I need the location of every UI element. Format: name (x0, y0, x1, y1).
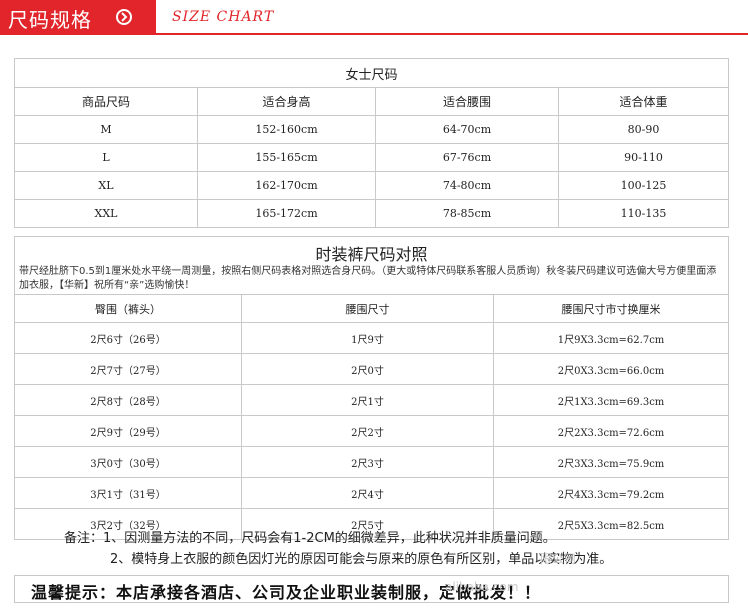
arrow-circle-icon (116, 9, 132, 25)
table-cell: L (14, 143, 198, 172)
header-title-block: 尺码规格 (0, 0, 156, 34)
table-cell: 152-160cm (197, 115, 376, 144)
table-cell: 2尺0X3.3cm=66.0cm (493, 353, 729, 385)
table-cell: 100-125 (558, 171, 729, 200)
table-row: XL 162-170cm 74-80cm 100-125 (14, 171, 729, 200)
table-row: XXL 165-172cm 78-85cm 110-135 (14, 199, 729, 228)
table-cell: 2尺1X3.3cm=69.3cm (493, 384, 729, 416)
table-row: M 152-160cm 64-70cm 80-90 (14, 115, 729, 144)
table-row: 3尺1寸（31号） 2尺4寸 2尺4X3.3cm=79.2cm (14, 477, 729, 509)
col-header-size: 商品尺码 (14, 87, 198, 116)
col-header-waist-size: 腰围尺寸 (241, 294, 494, 323)
table-cell: 2尺2寸 (241, 415, 494, 447)
table-row: 2尺7寸（27号） 2尺0寸 2尺0X3.3cm=66.0cm (14, 353, 729, 385)
col-header-hip: 臀围（裤头） (14, 294, 242, 323)
table-cell: 90-110 (558, 143, 729, 172)
table-cell: 1尺9X3.3cm=62.7cm (493, 322, 729, 354)
header-title: 尺码规格 (8, 8, 92, 32)
table-row: L 155-165cm 67-76cm 90-110 (14, 143, 729, 172)
table-cell: 2尺1寸 (241, 384, 494, 416)
header-subtitle: SIZE CHART (172, 9, 275, 25)
col-header-weight: 适合体重 (558, 87, 729, 116)
table-row: 2尺6寸（26号） 1尺9寸 1尺9X3.3cm=62.7cm (14, 322, 729, 354)
table-cell: 2尺4寸 (241, 477, 494, 509)
remark-line-1: 备注：1、因测量方法的不同，尺码会有1-2CM的细微差异，此种状况并非质量问题。 (64, 531, 556, 546)
table-row: 2尺9寸（29号） 2尺2寸 2尺2X3.3cm=72.6cm (14, 415, 729, 447)
table-cell: 155-165cm (197, 143, 376, 172)
table-cell: 2尺3寸 (241, 446, 494, 478)
col-header-height: 适合身高 (197, 87, 376, 116)
table-row: 3尺0寸（30号） 2尺3寸 2尺3X3.3cm=75.9cm (14, 446, 729, 478)
watermark-text: alibaba.com (445, 580, 519, 594)
table-cell: 1尺9寸 (241, 322, 494, 354)
table-cell: XXL (14, 199, 198, 228)
pants-section: 时装裤尺码对照 带尺经肚脐下0.5到1厘米处水平绕一周测量，按照右侧尺码表格对照… (14, 236, 729, 294)
table-cell: 2尺2X3.3cm=72.6cm (493, 415, 729, 447)
table-cell: 2尺4X3.3cm=79.2cm (493, 477, 729, 509)
pants-section-title: 时装裤尺码对照 (315, 245, 428, 264)
table-cell: 64-70cm (375, 115, 559, 144)
remark-line-2: 2、模特身上衣服的颜色因灯光的原因可能会与原来的原色有所区别，单品以实物为准。 (110, 552, 613, 567)
table-cell: 2尺9寸（29号） (14, 415, 242, 447)
table-row: 2尺8寸（28号） 2尺1寸 2尺1X3.3cm=69.3cm (14, 384, 729, 416)
table-cell: 2尺7寸（27号） (14, 353, 242, 385)
table-cell: M (14, 115, 198, 144)
header-divider (0, 33, 748, 35)
table-cell: 162-170cm (197, 171, 376, 200)
pants-size-table: 臀围（裤头） 腰围尺寸 腰围尺寸市寸换厘米 2尺6寸（26号） 1尺9寸 1尺9… (14, 294, 729, 540)
page-header: 尺码规格 SIZE CHART (0, 0, 748, 35)
pants-section-note: 带尺经肚脐下0.5到1厘米处水平绕一周测量，按照右侧尺码表格对照选合身尺码。（更… (19, 266, 717, 291)
women-table-caption: 女士尺码 (14, 58, 729, 88)
table-cell: 110-135 (558, 199, 729, 228)
table-cell: 2尺3X3.3cm=75.9cm (493, 446, 729, 478)
col-header-waist: 适合腰围 (375, 87, 559, 116)
table-cell: 3尺0寸（30号） (14, 446, 242, 478)
table-cell: 78-85cm (375, 199, 559, 228)
table-cell: 3尺1寸（31号） (14, 477, 242, 509)
table-cell: 165-172cm (197, 199, 376, 228)
women-size-table: 女士尺码 商品尺码 适合身高 适合腰围 适合体重 M 152-160cm 64-… (14, 58, 729, 228)
table-cell: 80-90 (558, 115, 729, 144)
table-cell: 2尺8寸（28号） (14, 384, 242, 416)
table-cell: 74-80cm (375, 171, 559, 200)
watermark-text: 限公司 (540, 552, 577, 566)
table-cell: 2尺6寸（26号） (14, 322, 242, 354)
table-cell: XL (14, 171, 198, 200)
table-cell: 67-76cm (375, 143, 559, 172)
table-cell: 2尺0寸 (241, 353, 494, 385)
remarks: 备注：1、因测量方法的不同，尺码会有1-2CM的细微差异，此种状况并非质量问题。… (64, 528, 612, 570)
bottom-notice-box: 温馨提示：本店承接各酒店、公司及企业职业装制服，定做批发！！ (14, 575, 729, 603)
col-header-conversion: 腰围尺寸市寸换厘米 (493, 294, 729, 323)
